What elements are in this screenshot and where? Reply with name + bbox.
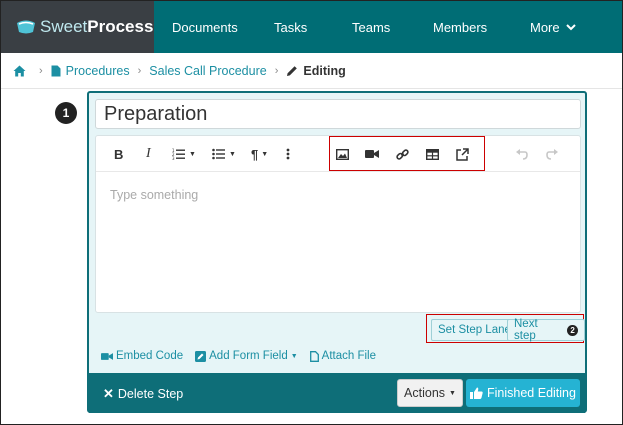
pencil-icon (287, 65, 298, 76)
insert-table-button[interactable] (426, 145, 439, 163)
breadcrumb-separator: › (39, 64, 43, 77)
cup-logo-icon (17, 20, 35, 34)
nav-more[interactable]: More (530, 1, 576, 53)
embed-code-label: Embed Code (116, 350, 184, 362)
caret-down-icon: ▼ (229, 150, 236, 158)
brand-process: Process (87, 17, 154, 36)
bullet-list-button[interactable]: ▼ (212, 145, 236, 163)
finished-editing-label: Finished Editing (487, 386, 576, 400)
editor-toolbar: B I 1 2 3 ▼ ▼ ¶ ▼ (96, 136, 580, 172)
attach-file-link[interactable]: Attach File (309, 350, 376, 362)
rich-text-editor[interactable]: B I 1 2 3 ▼ ▼ ¶ ▼ Type something (95, 135, 581, 313)
next-step-label: Next step (514, 318, 538, 342)
breadcrumb-current-label: Editing (303, 63, 346, 78)
finished-editing-button[interactable]: Finished Editing (466, 379, 580, 407)
sweetprocess-logo[interactable]: Sweet Process (1, 1, 154, 53)
bullet-list-icon (212, 148, 225, 160)
set-step-lane-button[interactable]: Set Step Lane (431, 319, 518, 341)
close-icon: ✕ (103, 386, 114, 401)
step-number-badge: 1 (55, 102, 77, 124)
next-step-badge: 2 (567, 324, 578, 336)
vertical-ellipsis-icon (286, 148, 290, 160)
file-icon (309, 350, 319, 362)
insert-video-button[interactable] (365, 145, 379, 163)
undo-button[interactable] (515, 145, 528, 163)
breadcrumb-home[interactable] (13, 65, 31, 77)
editor-placeholder: Type something (110, 188, 199, 202)
nav-tasks[interactable]: Tasks (274, 1, 307, 53)
top-navbar: Sweet Process Documents Tasks Teams Membe… (1, 1, 622, 53)
breadcrumb-procedures[interactable]: Procedures (51, 64, 130, 78)
video-camera-icon (101, 352, 113, 360)
video-camera-icon (365, 150, 379, 158)
brand-sweet: Sweet (40, 17, 88, 36)
next-step-button[interactable]: Next step 2 (507, 318, 585, 342)
nav-documents[interactable]: Documents (172, 1, 238, 53)
embed-code-link[interactable]: Embed Code (101, 350, 183, 362)
ordered-list-icon: 1 2 3 (172, 148, 185, 160)
redo-icon (546, 149, 558, 160)
image-icon (336, 148, 349, 160)
insert-image-button[interactable] (336, 145, 349, 163)
nav-more-label: More (530, 19, 560, 35)
chevron-down-icon (565, 24, 576, 31)
svg-text:3: 3 (172, 156, 175, 160)
redo-button[interactable] (546, 145, 559, 163)
table-icon (426, 148, 439, 160)
caret-down-icon: ▼ (189, 150, 196, 158)
actions-dropdown-button[interactable]: Actions ▼ (397, 379, 463, 407)
thumbs-up-icon (470, 387, 483, 399)
step-title-input[interactable] (95, 99, 581, 129)
link-icon (396, 148, 409, 160)
attachment-options: Embed Code Add Form Field ▼ Attach File (101, 348, 388, 364)
paragraph-format-button[interactable]: ¶ ▼ (251, 145, 268, 163)
breadcrumb-procedures-label: Procedures (65, 63, 130, 78)
paragraph-icon: ¶ (251, 146, 259, 162)
nav-members[interactable]: Members (433, 1, 487, 53)
italic-button[interactable]: I (146, 145, 151, 163)
delete-step-label: Delete Step (117, 387, 184, 401)
caret-down-icon: ▼ (449, 389, 456, 397)
document-icon (51, 65, 61, 76)
more-options-button[interactable] (286, 145, 290, 163)
breadcrumb-procedure-name[interactable]: Sales Call Procedure (149, 64, 266, 78)
home-icon (13, 65, 26, 76)
caret-down-icon: ▼ (261, 150, 269, 158)
insert-link-button[interactable] (396, 145, 409, 163)
add-form-field-label: Add Form Field (209, 350, 288, 362)
breadcrumb-current: Editing (286, 63, 346, 78)
breadcrumb-separator: › (274, 64, 279, 77)
breadcrumb: › Procedures › Sales Call Procedure › Ed… (1, 53, 622, 89)
delete-step-button[interactable]: ✕ Delete Step (103, 386, 183, 402)
external-link-icon (456, 147, 469, 161)
embed-external-button[interactable] (456, 145, 469, 163)
step-editor-card: B I 1 2 3 ▼ ▼ (87, 91, 587, 413)
caret-down-icon: ▼ (290, 352, 298, 360)
step-card-footer: ✕ Delete Step Actions ▼ Finished Editing (89, 373, 585, 413)
edit-square-icon (195, 350, 207, 362)
add-form-field-dropdown[interactable]: Add Form Field ▼ (195, 350, 298, 362)
actions-label: Actions (404, 386, 446, 400)
bold-button[interactable]: B (114, 145, 123, 163)
ordered-list-button[interactable]: 1 2 3 ▼ (172, 145, 196, 163)
attach-file-label: Attach File (321, 350, 376, 362)
undo-icon (516, 149, 528, 160)
breadcrumb-separator: › (137, 64, 142, 77)
nav-teams[interactable]: Teams (352, 1, 390, 53)
